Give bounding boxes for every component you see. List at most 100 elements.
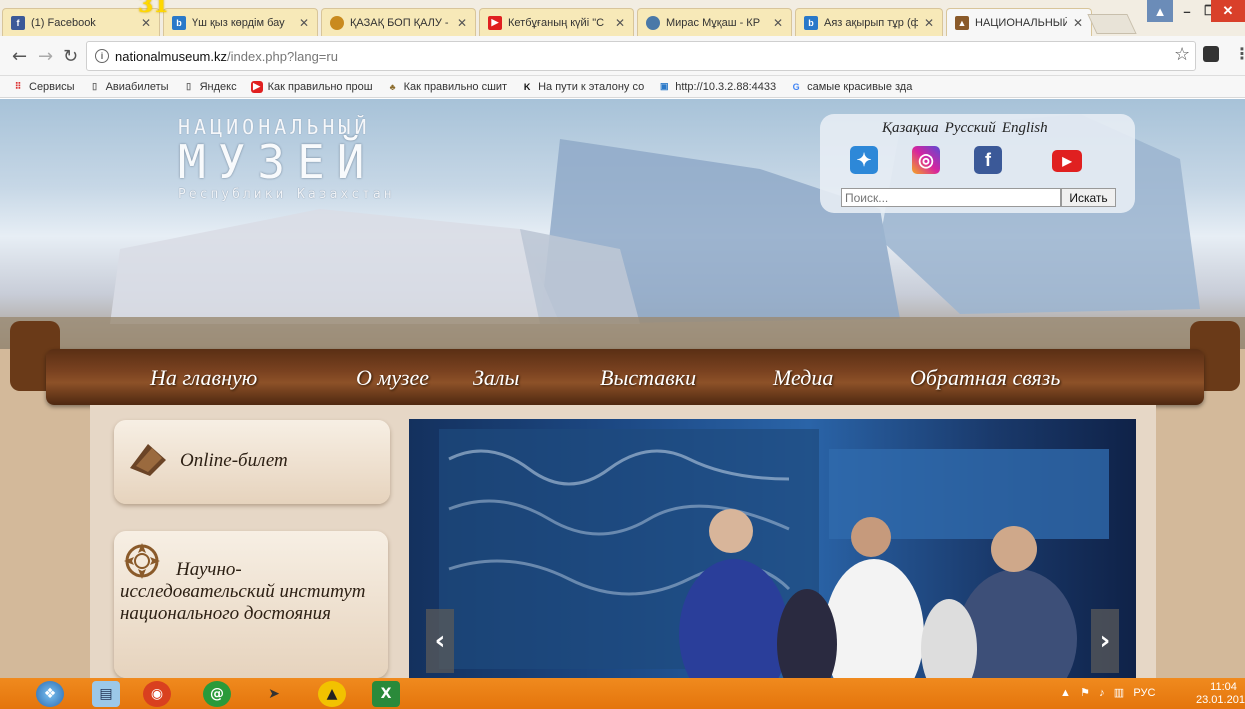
user-icon[interactable]: ▲ — [1147, 0, 1173, 22]
tab-strip: 31 f (1) Facebook ✕ b Үш қыз көрдім бау … — [0, 0, 1245, 36]
excel-icon[interactable]: X — [372, 681, 400, 707]
site-favicon-icon — [646, 15, 660, 30]
bookmark-label: Яндекс — [199, 80, 237, 93]
nav-halls[interactable]: Залы — [473, 365, 519, 391]
tray-arrow-icon[interactable]: ▲ — [1060, 687, 1071, 699]
site-icon: K — [523, 81, 531, 92]
museum-logo[interactable]: НАЦИОНАЛЬНЫЙ МУЗЕЙ Республики Казахстан — [178, 115, 395, 202]
chrome-icon[interactable]: ◉ — [143, 681, 171, 707]
tab-facebook[interactable]: f (1) Facebook ✕ — [2, 8, 160, 36]
ticket-icon — [130, 444, 166, 476]
youtube-favicon-icon: ▶ — [488, 15, 502, 30]
slider-prev-arrow[interactable]: ‹ — [426, 609, 454, 673]
bookmark-label: http://10.3.2.88:4433 — [675, 80, 777, 93]
language-switcher: Қазақша Русский English — [882, 120, 1048, 137]
url-field[interactable]: i nationalmuseum.kz/index.php?lang=ru — [86, 41, 1196, 71]
close-window-icon[interactable]: ✕ — [1211, 0, 1245, 22]
nav-exhibitions[interactable]: Выставки — [600, 365, 696, 391]
close-icon[interactable]: ✕ — [615, 16, 625, 30]
close-icon[interactable]: ✕ — [924, 16, 934, 30]
tab-label: ҚАЗАҚ БОП ҚАЛУ - — [350, 16, 449, 29]
bookmark-sewing[interactable]: ♣ Как правильно сшит — [387, 81, 507, 93]
back-icon[interactable]: ← — [12, 46, 27, 67]
online-ticket-card[interactable]: Online-билет — [114, 420, 390, 504]
tab-museum[interactable]: ▲ НАЦИОНАЛЬНЫЙ ✕ — [946, 8, 1092, 36]
logo-line-2: МУЗЕЙ — [178, 135, 377, 189]
taskbar: ❖ ▤ ◉ @ ➤ ▲ X ▲ ⚑ ♪ ▥ РУС 11:04 23.01.20… — [0, 678, 1245, 709]
minimize-icon[interactable]: – — [1175, 0, 1199, 22]
nav-media[interactable]: Медиа — [773, 365, 833, 391]
url-domain: nationalmuseum.kz — [115, 48, 227, 64]
bookmark-star-icon[interactable]: ☆ — [1174, 44, 1190, 65]
start-icon[interactable]: ❖ — [36, 681, 64, 707]
volume-icon[interactable]: ♪ — [1099, 687, 1105, 699]
twitter-icon[interactable]: ✦ — [850, 146, 878, 174]
flag-icon[interactable]: ⚑ — [1080, 687, 1090, 699]
slider-next-arrow[interactable]: › — [1091, 609, 1119, 673]
mail-agent-icon[interactable]: @ — [203, 681, 231, 707]
bookmark-label: Как правильно сшит — [403, 80, 508, 93]
bookmark-label: Как правильно прош — [267, 80, 373, 93]
tab-kazakh[interactable]: ҚАЗАҚ БОП ҚАЛУ - ✕ — [321, 8, 476, 36]
close-icon[interactable]: ✕ — [299, 16, 309, 30]
facebook-icon[interactable]: f — [974, 146, 1002, 174]
lang-kazakh[interactable]: Қазақша — [882, 120, 939, 137]
bookmark-ip[interactable]: ▣ http://10.3.2.88:4433 — [658, 81, 776, 93]
bookmark-label: самые красивые зда — [807, 80, 913, 93]
language-panel: Қазақша Русский English ✦ ◎ f ▶ Искать — [820, 114, 1135, 213]
youtube-icon[interactable]: ▶ — [1052, 150, 1082, 172]
bookmark-label: Сервисы — [29, 80, 75, 93]
slide-photo — [409, 419, 1136, 678]
page-icon: ▣ — [659, 81, 669, 91]
system-tray: ▲ ⚑ ♪ ▥ РУС — [1060, 686, 1155, 699]
hero-banner: НАЦИОНАЛЬНЫЙ МУЗЕЙ Республики Казахстан … — [0, 99, 1245, 349]
facebook-favicon-icon: f — [11, 15, 25, 30]
youtube-icon: ▶ — [250, 80, 263, 93]
bookmark-label: На пути к эталону со — [538, 80, 645, 93]
lang-russian[interactable]: Русский — [945, 120, 996, 137]
app-warning-icon[interactable]: ▲ — [318, 681, 346, 707]
bookmark-etalon[interactable]: K На пути к эталону со — [521, 81, 644, 93]
tab-ayaz[interactable]: b Аяз ақырып тұр (ф ✕ — [795, 8, 943, 36]
address-bar: ← → ↻ i nationalmuseum.kz/index.php?lang… — [0, 36, 1245, 76]
menu-icon[interactable]: ⋮ — [1234, 44, 1245, 63]
nav-home[interactable]: На главную — [150, 365, 257, 391]
bookmark-youtube[interactable]: ▶ Как правильно прош — [250, 80, 373, 93]
tab-youtube[interactable]: ▶ Кетбұғаның күйі "С ✕ — [479, 8, 634, 36]
apps-grid-icon: ⠿ — [14, 81, 22, 91]
lang-english[interactable]: English — [1002, 120, 1048, 137]
tab-blog[interactable]: b Үш қыз көрдім бау ✕ — [163, 8, 318, 36]
new-tab-button[interactable] — [1087, 14, 1137, 34]
bookmark-apps[interactable]: ⠿ Сервисы — [12, 81, 75, 93]
info-icon[interactable]: i — [95, 49, 109, 63]
media-app-icon[interactable]: ➤ — [260, 681, 288, 707]
forward-icon[interactable]: → — [38, 46, 53, 67]
nav-about[interactable]: О музее — [356, 365, 429, 391]
slide-illustration — [439, 429, 1109, 678]
tab-label: Аяз ақырып тұр (ф — [824, 16, 918, 29]
museum-favicon-icon: ▲ — [955, 15, 969, 30]
close-icon[interactable]: ✕ — [457, 16, 467, 30]
network-icon[interactable]: ▥ — [1114, 687, 1124, 699]
reload-icon[interactable]: ↻ — [63, 46, 78, 67]
language-indicator[interactable]: РУС — [1133, 687, 1155, 699]
search-button[interactable]: Искать — [1061, 188, 1116, 207]
close-icon[interactable]: ✕ — [1073, 16, 1083, 30]
extension-icon[interactable] — [1203, 46, 1219, 62]
blogger-favicon-icon: b — [804, 15, 818, 30]
bookmark-aviatickets[interactable]: ▯ Авиабилеты — [89, 81, 169, 93]
site-icon: ♣ — [389, 81, 396, 92]
instagram-icon[interactable]: ◎ — [912, 146, 940, 174]
page-content: НАЦИОНАЛЬНЫЙ МУЗЕЙ Республики Казахстан … — [0, 99, 1245, 678]
clock[interactable]: 11:04 23.01.2018 — [1196, 681, 1245, 707]
tab-miras[interactable]: Мирас Мұқаш - КР ✕ — [637, 8, 792, 36]
search-input[interactable] — [841, 188, 1061, 207]
nav-feedback[interactable]: Обратная связь — [910, 365, 1060, 391]
logo-line-3: Республики Казахстан — [178, 187, 395, 202]
bookmark-yandex[interactable]: ▯ Яндекс — [183, 80, 237, 93]
research-institute-card[interactable]: Научно-исследовательский институт национ… — [114, 531, 388, 678]
close-icon[interactable]: ✕ — [773, 16, 783, 30]
card-title: Online-билет — [180, 450, 288, 471]
bookmark-google[interactable]: Gсамые красивые зда — [790, 80, 913, 93]
file-explorer-icon[interactable]: ▤ — [92, 681, 120, 707]
